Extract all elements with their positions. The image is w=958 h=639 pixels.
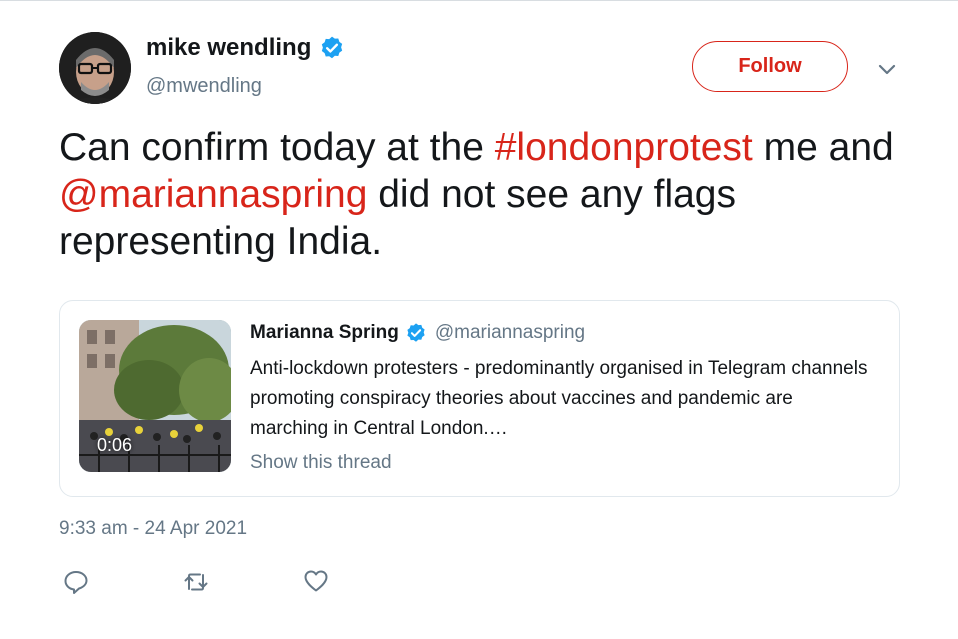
tweet-text: Can confirm today at the #londonprotest … xyxy=(59,124,919,265)
author-handle[interactable]: @mwendling xyxy=(146,75,262,98)
author-name[interactable]: mike wendling xyxy=(146,34,345,62)
follow-button[interactable]: Follow xyxy=(692,41,848,92)
avatar[interactable] xyxy=(59,32,131,104)
verified-badge-icon xyxy=(405,322,427,344)
hashtag-link[interactable]: #londonprotest xyxy=(495,126,753,169)
chevron-down-icon[interactable] xyxy=(874,56,900,82)
quote-author-handle: @mariannaspring xyxy=(434,322,586,343)
mention-link[interactable]: @mariannaspring xyxy=(59,173,367,216)
video-thumbnail[interactable]: 0:06 xyxy=(79,320,231,472)
verified-badge-icon xyxy=(319,35,345,61)
quote-author-name: Marianna Spring xyxy=(250,322,399,343)
video-duration: 0:06 xyxy=(97,435,133,455)
show-thread-link[interactable]: Show this thread xyxy=(250,452,392,474)
tweet-text-part: me and xyxy=(752,126,894,169)
quote-text: Anti-lockdown protesters - predominantly… xyxy=(250,358,868,439)
quote-tweet-card[interactable]: 0:06 Marianna Spring @mariannaspring Ant… xyxy=(59,300,900,497)
quote-author: Marianna Spring @mariannaspring xyxy=(250,322,585,344)
like-icon[interactable] xyxy=(302,567,330,595)
tweet-container: mike wendling @mwendling Follow Can conf… xyxy=(0,0,958,639)
author-name-text[interactable]: mike wendling xyxy=(146,34,311,62)
tweet-text-part: Can confirm today at the xyxy=(59,126,495,169)
tweet-timestamp[interactable]: 9:33 am - 24 Apr 2021 xyxy=(59,518,247,540)
retweet-icon[interactable] xyxy=(182,568,210,596)
reply-icon[interactable] xyxy=(62,568,90,596)
